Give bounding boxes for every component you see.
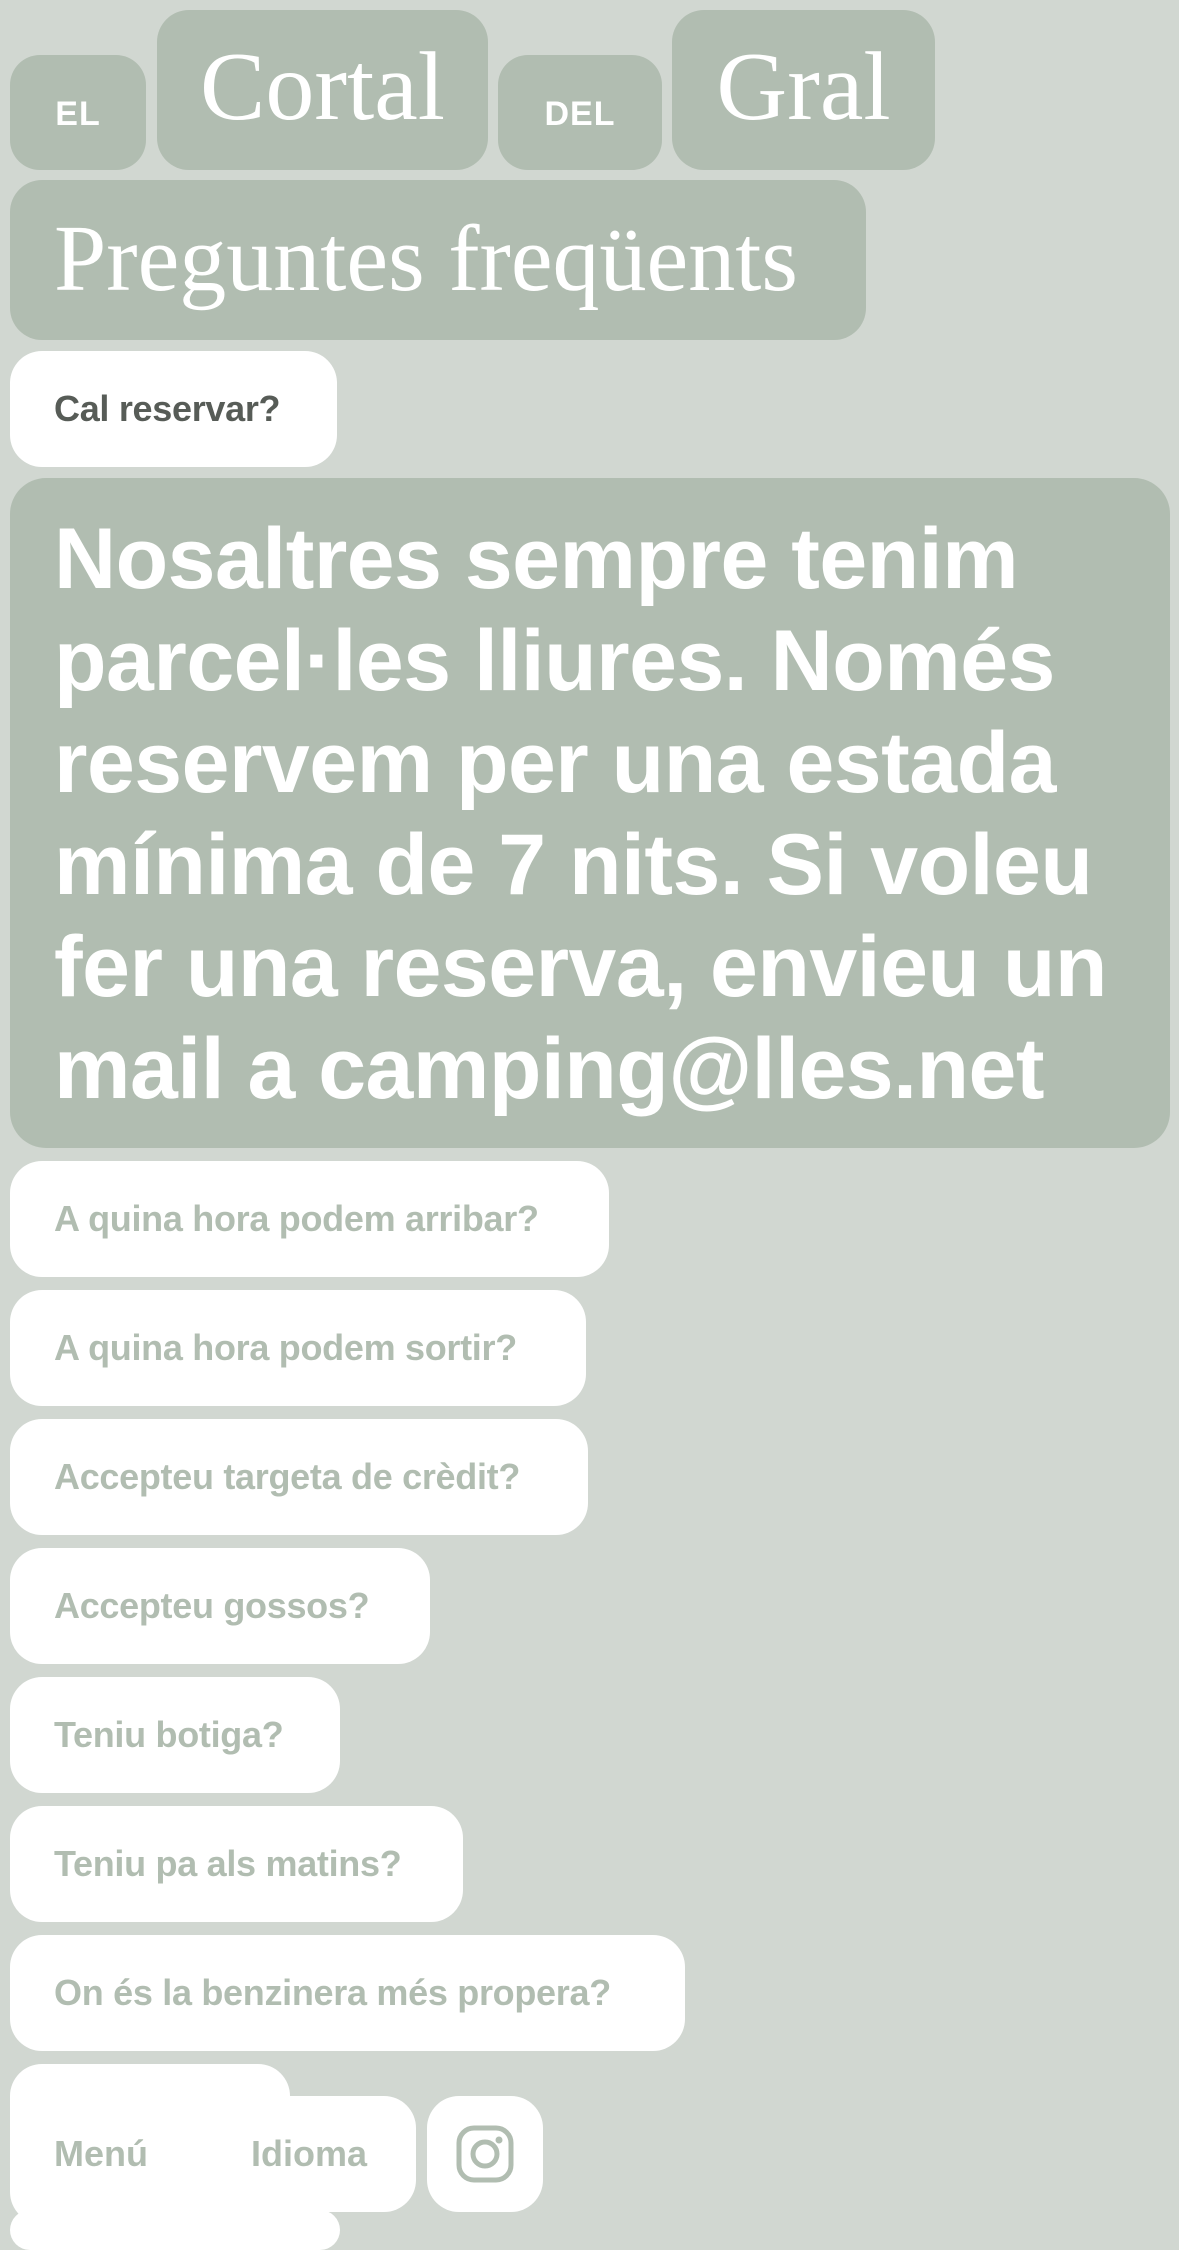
logo-word-gral[interactable]: Gral: [672, 10, 935, 170]
logo-word-el[interactable]: EL: [10, 55, 146, 170]
faq-answer-text: Nosaltres sempre tenim parcel·les lliure…: [54, 511, 1107, 1117]
logo-word-el-text: EL: [55, 95, 101, 133]
faq-question-label: Teniu botiga?: [54, 1714, 284, 1755]
faq-question[interactable]: Teniu pa als matins?: [10, 1806, 463, 1922]
logo-word-del-text: DEL: [544, 95, 616, 133]
faq-question-label: Accepteu gossos?: [54, 1585, 370, 1626]
faq-section-title: Preguntes freqüents: [10, 180, 866, 340]
menu-button[interactable]: Menú: [54, 2096, 148, 2212]
logo-word-del[interactable]: DEL: [498, 55, 662, 170]
faq-question[interactable]: On és la benzinera més propera?: [10, 1935, 685, 2051]
logo-word-cortal[interactable]: Cortal: [157, 10, 488, 170]
instagram-button[interactable]: [427, 2096, 543, 2212]
faq-question-label: Teniu pa als matins?: [54, 1843, 402, 1884]
faq-question-label: Accepteu targeta de crèdit?: [54, 1456, 521, 1497]
faq-question-active[interactable]: Cal reservar?: [10, 351, 337, 467]
faq-question[interactable]: A quina hora podem arribar?: [10, 1161, 609, 1277]
instagram-icon: [456, 2125, 514, 2183]
faq-answer: Nosaltres sempre tenim parcel·les lliure…: [10, 478, 1170, 1148]
faq-question-label: A quina hora podem arribar?: [54, 1198, 539, 1239]
page-title: Preguntes freqüents: [54, 207, 798, 311]
language-button[interactable]: Idioma: [251, 2096, 367, 2212]
faq-question[interactable]: A quina hora podem sortir?: [10, 1290, 586, 1406]
footer-peek: [10, 2210, 340, 2250]
faq-question[interactable]: Teniu botiga?: [10, 1677, 340, 1793]
faq-question-label: A quina hora podem sortir?: [54, 1327, 517, 1368]
faq-question[interactable]: Accepteu gossos?: [10, 1548, 430, 1664]
faq-question-label: Cal reservar?: [54, 388, 281, 429]
logo-word-cortal-text: Cortal: [200, 33, 445, 141]
logo-word-gral-text: Gral: [716, 33, 891, 141]
faq-question[interactable]: Accepteu targeta de crèdit?: [10, 1419, 588, 1535]
faq-question-label: On és la benzinera més propera?: [54, 1972, 611, 2013]
